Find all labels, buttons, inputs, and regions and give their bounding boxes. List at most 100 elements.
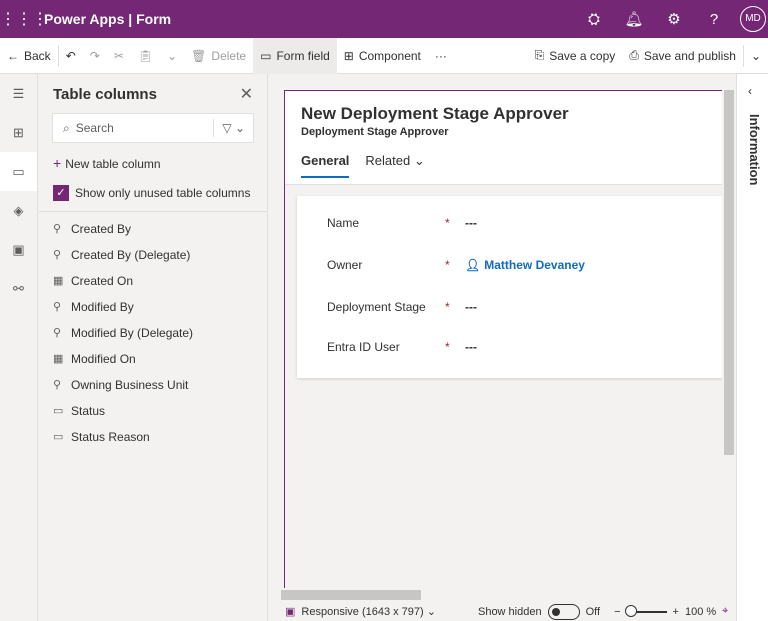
tab-general[interactable]: General: [301, 153, 350, 178]
undo-button[interactable]: ↶: [59, 38, 83, 74]
field-label: Name: [327, 216, 360, 230]
tree-view-icon[interactable]: ◈: [0, 191, 37, 230]
column-label: Created By (Delegate): [71, 248, 191, 262]
lookup-icon: ⚲: [53, 223, 62, 235]
column-label: Owning Business Unit: [71, 378, 189, 392]
app-launcher-icon[interactable]: ⋮⋮⋮: [0, 9, 48, 29]
business-rules-icon[interactable]: ⚯: [0, 269, 37, 308]
help-icon[interactable]: ?: [694, 11, 734, 28]
column-item[interactable]: ▦ Modified On: [39, 346, 268, 372]
save-dropdown[interactable]: ⌄: [744, 38, 768, 74]
app-header: ⋮⋮⋮ Power Apps | Form ⛭ 🔔︎ ⚙ ? MD: [0, 0, 768, 38]
column-item[interactable]: ⚲ Modified By (Delegate): [39, 320, 268, 346]
field-owner[interactable]: Owner * 👤︎ Matthew Devaney: [327, 258, 585, 272]
field-entra-id-user[interactable]: Entra ID User * ---: [327, 340, 477, 354]
form-subtitle: Deployment Stage Approver: [301, 126, 449, 138]
show-hidden-toggle[interactable]: [547, 603, 580, 620]
hamburger-icon[interactable]: ☰: [0, 74, 37, 113]
chevron-left-icon[interactable]: ‹: [748, 84, 752, 98]
delete-button[interactable]: 🗑︎ Delete: [184, 38, 253, 74]
tab-related[interactable]: Related ⌄: [365, 153, 424, 178]
save-copy-button[interactable]: ⎘ Save a copy: [528, 38, 623, 74]
required-marker: *: [445, 300, 450, 314]
column-item[interactable]: ▦ Created On: [39, 268, 268, 294]
responsive-icon: ▣: [285, 606, 296, 618]
column-label: Created By: [71, 222, 132, 236]
field-name[interactable]: Name * ---: [327, 216, 477, 230]
form-header: New Deployment Stage Approver Deployment…: [285, 91, 722, 185]
column-item[interactable]: ⚲ Modified By: [39, 294, 268, 320]
zoom-in-button[interactable]: +: [673, 606, 679, 618]
paste-button[interactable]: 📋︎: [131, 38, 160, 74]
table-columns-panel: Table columns ✕ ⌕ Search ▽ ⌄ + New table …: [39, 74, 268, 621]
bell-icon[interactable]: 🔔︎: [614, 10, 654, 28]
responsive-dropdown[interactable]: Responsive (1643 x 797) ⌄: [301, 605, 436, 618]
close-icon[interactable]: ✕: [240, 84, 253, 104]
column-label: Modified By (Delegate): [71, 326, 194, 340]
horizontal-scrollbar[interactable]: [269, 588, 736, 602]
zoom-slider[interactable]: [624, 604, 667, 617]
search-placeholder: Search: [75, 121, 114, 135]
zoom-level: 100 %: [684, 605, 717, 618]
chevron-down-icon: ⌄: [167, 48, 178, 63]
form-preview: New Deployment Stage Approver Deployment…: [284, 90, 723, 588]
column-list: ⚲ Created By ⚲ Created By (Delegate) ▦ Create…: [39, 211, 268, 450]
field-value: ---: [465, 300, 477, 314]
components-icon[interactable]: ⊞: [0, 113, 37, 152]
scrollbar-thumb[interactable]: [724, 90, 734, 455]
app-title: Power Apps | Form: [44, 11, 172, 27]
date-icon: ▦: [53, 275, 64, 287]
redo-button[interactable]: ↷: [83, 38, 107, 74]
avatar[interactable]: MD: [740, 6, 766, 32]
undo-icon: ↶: [65, 48, 76, 63]
table-columns-icon[interactable]: ▭: [0, 152, 37, 191]
column-item[interactable]: ▭ Status Reason: [39, 424, 268, 450]
redo-icon: ↷: [89, 48, 100, 63]
component-button[interactable]: ⊞ Component: [337, 38, 428, 74]
gear-icon[interactable]: ⚙: [654, 10, 694, 28]
cut-button[interactable]: ✂: [107, 38, 131, 74]
column-item[interactable]: ⚲ Owning Business Unit: [39, 372, 268, 398]
information-pane: ‹ Information: [736, 74, 768, 621]
arrow-left-icon: ←: [7, 48, 19, 63]
field-label: Owner: [327, 258, 363, 272]
field-deployment-stage[interactable]: Deployment Stage * ---: [327, 300, 477, 314]
filter-icon[interactable]: ▽ ⌄: [213, 119, 253, 137]
option-icon: ▭: [53, 405, 64, 417]
lookup-icon: ⚲: [53, 327, 62, 339]
form-field-button[interactable]: ▭ Form field: [253, 37, 337, 74]
left-rail: ☰ ⊞ ▭ ◈ ▣ ⚯: [0, 74, 38, 621]
column-item[interactable]: ⚲ Created By: [39, 216, 268, 242]
plus-icon: +: [53, 155, 62, 171]
lookup-icon: ⚲: [53, 301, 62, 313]
more-icon: ···: [434, 48, 447, 63]
more-button[interactable]: ···: [428, 38, 454, 74]
footer-bar: ▣ Responsive (1643 x 797) ⌄ Show hidden …: [269, 602, 736, 621]
zoom-out-button[interactable]: −: [614, 606, 620, 618]
owner-link[interactable]: Matthew Devaney: [484, 258, 585, 272]
required-marker: *: [445, 340, 450, 354]
vertical-scrollbar[interactable]: [722, 90, 736, 588]
information-label[interactable]: Information: [747, 114, 762, 186]
form-field-icon: ▭: [260, 48, 272, 63]
option-icon: ▭: [53, 431, 64, 443]
save-publish-button[interactable]: ⎙ Save and publish: [622, 38, 743, 74]
chevron-down-icon: ⌄: [750, 48, 761, 63]
user-icon: 👤︎: [465, 258, 481, 272]
scrollbar-thumb[interactable]: [281, 590, 421, 600]
column-item[interactable]: ▭ Status: [39, 398, 268, 424]
environment-icon[interactable]: ⛭: [574, 11, 614, 28]
command-bar: ← Back ↶ ↷ ✂ 📋︎ ⌄ 🗑︎ Delete ▭ Form field ⊞ C…: [0, 37, 768, 74]
column-item[interactable]: ⚲ Created By (Delegate): [39, 242, 268, 268]
show-unused-checkbox[interactable]: ✓ Show only unused table columns: [53, 185, 250, 201]
search-input[interactable]: ⌕ Search ▽ ⌄: [52, 113, 254, 143]
column-label: Status Reason: [71, 430, 150, 444]
cut-icon: ✂: [113, 48, 124, 63]
fit-to-screen-icon[interactable]: ⌖: [722, 605, 728, 618]
back-button[interactable]: ← Back: [0, 38, 58, 74]
form-libraries-icon[interactable]: ▣: [0, 230, 37, 269]
paste-icon: 📋︎: [137, 48, 154, 63]
new-table-column-button[interactable]: + New table column: [53, 155, 161, 171]
paste-dropdown[interactable]: ⌄: [160, 38, 184, 74]
required-marker: *: [445, 216, 450, 230]
